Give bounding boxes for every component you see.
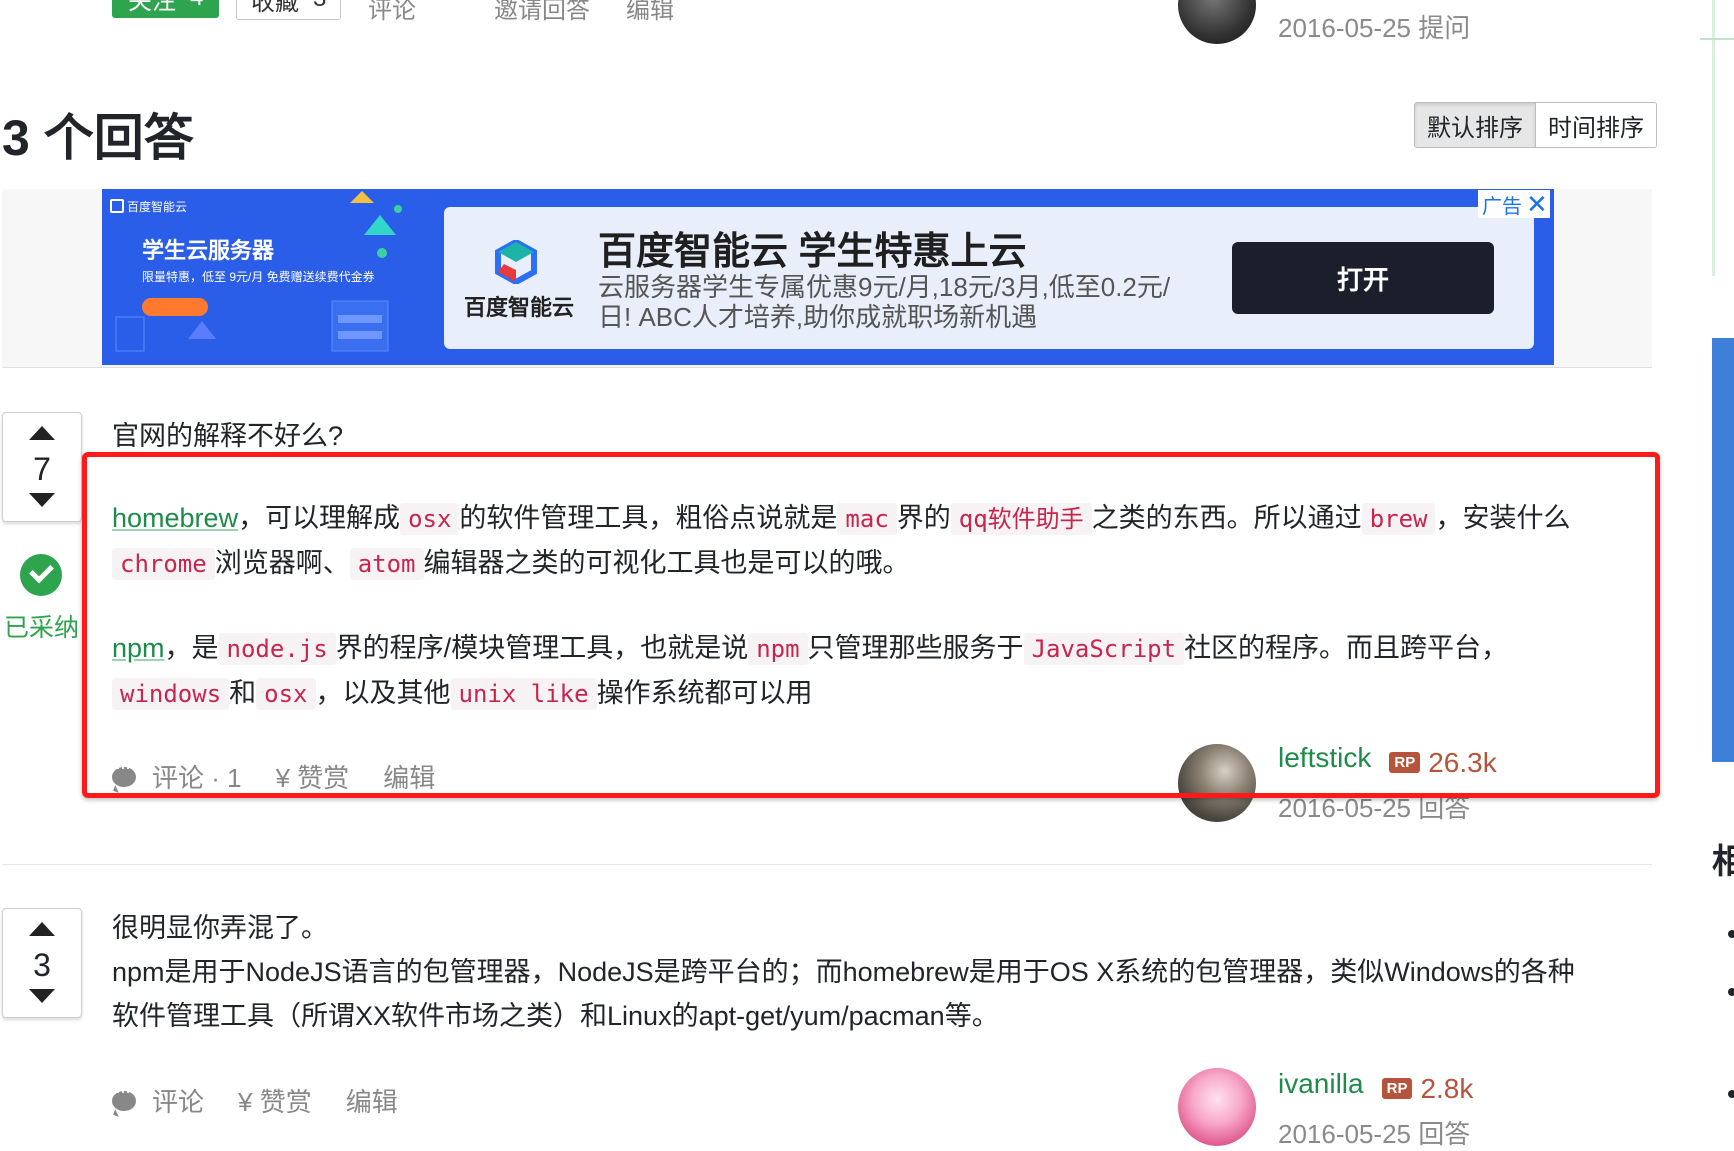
comment-label: 评论: [152, 1087, 205, 1117]
edit-link[interactable]: 编辑: [346, 1082, 398, 1119]
ad-description: 云服务器学生专属优惠9元/月,18元/3月,低至0.2元/日! ABC人才培养,…: [598, 272, 1171, 332]
ad-open-button[interactable]: 打开: [1232, 242, 1494, 314]
ad-badge: 广告 ✕: [1478, 190, 1550, 218]
ad-badge-label: 广告: [1482, 195, 1522, 218]
downvote-arrow-icon[interactable]: [29, 493, 55, 507]
author-name[interactable]: ivanilla: [1278, 1068, 1364, 1099]
follow-count: 4: [190, 0, 203, 12]
ad-brand-small-text: 百度智能云: [127, 200, 188, 214]
comment-icon: [112, 1081, 136, 1111]
vote-box: 7: [2, 412, 82, 522]
favorite-button[interactable]: 收藏 3: [236, 0, 342, 20]
ad-left-cta-button[interactable]: [142, 298, 208, 316]
question-invite-link[interactable]: 邀请回答: [494, 0, 590, 25]
sidebar-list-bullet: [1728, 988, 1734, 996]
asker-avatar[interactable]: [1178, 0, 1256, 44]
answers-count-heading: 3 个回答: [2, 110, 194, 166]
question-asked-date: 2016-05-25 提问: [1278, 13, 1471, 43]
reward-link[interactable]: ¥ 赞赏: [238, 1082, 312, 1119]
sort-toggle: 默认排序 时间排序: [1414, 102, 1657, 148]
comment-link[interactable]: 评论: [112, 1081, 205, 1119]
sidebar-edge: [1712, 0, 1715, 276]
sidebar-list-bullet: [1728, 930, 1734, 938]
ad-logo-text: 百度智能云: [464, 295, 575, 320]
ad-brand-small: 百度智能云: [110, 198, 187, 215]
sidebar-banner[interactable]: [1712, 338, 1734, 762]
baidu-cloud-logo-icon: [495, 240, 537, 284]
highlight-box: [82, 452, 1660, 798]
follow-label: 关注: [128, 0, 176, 15]
favorite-count: 3: [313, 0, 326, 13]
vote-count: 7: [33, 451, 51, 487]
answer-date: 2016-05-25 回答: [1278, 1119, 1471, 1149]
answer-intro: 官网的解释不好么?: [112, 421, 344, 451]
question-comment-link[interactable]: 评论: [368, 0, 416, 25]
reputation-value: 2.8k: [1420, 1072, 1474, 1104]
sidebar-list-bullet: [1728, 1090, 1734, 1098]
cloud-logo-icon: [110, 199, 124, 213]
ad-title: 百度智能云 学生特惠上云: [598, 231, 1027, 273]
follow-button[interactable]: 关注 4: [112, 0, 220, 18]
reputation-badge: RP: [1381, 1078, 1413, 1100]
vote-box: 3: [2, 908, 82, 1018]
answer-line: 很明显你弄混了。: [112, 913, 328, 943]
accepted-label: 已采纳: [4, 614, 80, 642]
avatar[interactable]: [1178, 1068, 1256, 1146]
answer-line: 软件管理工具（所谓XX软件市场之类）和Linux的apt-get/yum/pac…: [112, 1001, 999, 1031]
accepted-check-icon: [20, 554, 62, 596]
answer-body: 很明显你弄混了。 npm是用于NodeJS语言的包管理器，NodeJS是跨平台的…: [112, 906, 1642, 1038]
favorite-label: 收藏: [251, 0, 299, 16]
vote-count: 3: [33, 947, 51, 983]
author-info: ivanilla RP 2.8k: [1278, 1068, 1473, 1105]
sidebar-heading: 相: [1712, 843, 1734, 881]
sort-default-button[interactable]: 默认排序: [1415, 103, 1536, 147]
question-edit-link[interactable]: 编辑: [626, 0, 674, 25]
answer-line: npm是用于NodeJS语言的包管理器，NodeJS是跨平台的；而homebre…: [112, 957, 1575, 987]
ad-left-title: 学生云服务器: [142, 238, 275, 263]
upvote-arrow-icon[interactable]: [29, 426, 55, 440]
downvote-arrow-icon[interactable]: [29, 989, 55, 1003]
sort-time-button[interactable]: 时间排序: [1536, 103, 1656, 147]
answer-divider: [2, 864, 1652, 865]
upvote-arrow-icon[interactable]: [29, 922, 55, 936]
sidebar-edge-divider: [1700, 38, 1734, 40]
close-icon[interactable]: ✕: [1526, 191, 1548, 217]
answer-actions: 评论 ¥ 赞赏 编辑: [112, 1081, 432, 1119]
ad-left-promo: 限量特惠，低至 9元/月 免费赠送续费代金券: [142, 270, 375, 284]
